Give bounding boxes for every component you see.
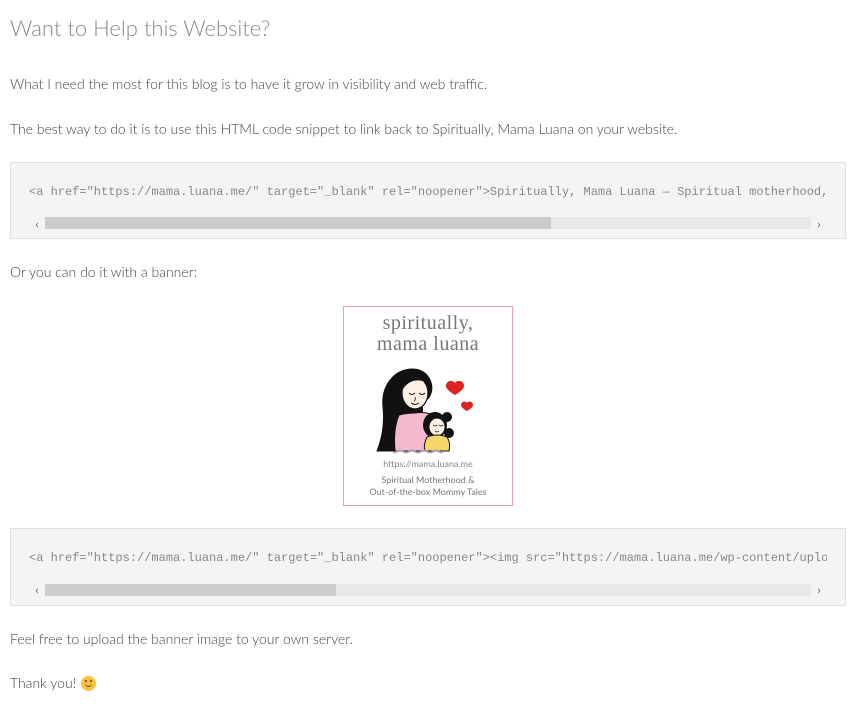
thank-you-text: Thank you! <box>10 672 76 694</box>
banner-wrapper: spiritually, mama luana <box>10 306 846 507</box>
banner-image: spiritually, mama luana <box>343 306 513 507</box>
scroll-track-2[interactable] <box>45 584 811 596</box>
scroll-thumb-1[interactable] <box>45 217 551 229</box>
upload-note: Feel free to upload the banner image to … <box>10 628 846 650</box>
code-snippet-1: <a href="https://mama.luana.me/" target=… <box>10 162 846 239</box>
intro-paragraph-1: What I need the most for this blog is to… <box>10 73 846 95</box>
banner-title: spiritually, mama luana <box>354 313 502 355</box>
code-content-2[interactable]: <a href="https://mama.luana.me/" target=… <box>29 549 827 568</box>
banner-link[interactable]: spiritually, mama luana <box>343 309 513 327</box>
horizontal-scrollbar-2[interactable]: ‹ › <box>29 581 827 599</box>
thank-you-line: Thank you! <box>10 672 846 694</box>
or-banner-text: Or you can do it with a banner: <box>10 261 846 283</box>
banner-url: https://mama.luana.me <box>354 457 502 471</box>
scroll-track-1[interactable] <box>45 217 811 229</box>
scroll-thumb-2[interactable] <box>45 584 336 596</box>
horizontal-scrollbar-1[interactable]: ‹ › <box>29 214 827 232</box>
code-snippet-2: <a href="https://mama.luana.me/" target=… <box>10 528 846 605</box>
banner-subtitle: Spiritual Motherhood & Out-of-the-box Mo… <box>354 474 502 497</box>
scroll-right-icon[interactable]: › <box>811 580 827 599</box>
smile-emoji-icon <box>81 676 96 691</box>
banner-illustration <box>363 359 493 455</box>
intro-paragraph-2: The best way to do it is to use this HTM… <box>10 118 846 140</box>
code-content-1[interactable]: <a href="https://mama.luana.me/" target=… <box>29 183 827 202</box>
scroll-right-icon[interactable]: › <box>811 214 827 233</box>
page-title: Want to Help this Website? <box>10 10 846 45</box>
scroll-left-icon[interactable]: ‹ <box>29 580 45 599</box>
scroll-left-icon[interactable]: ‹ <box>29 214 45 233</box>
